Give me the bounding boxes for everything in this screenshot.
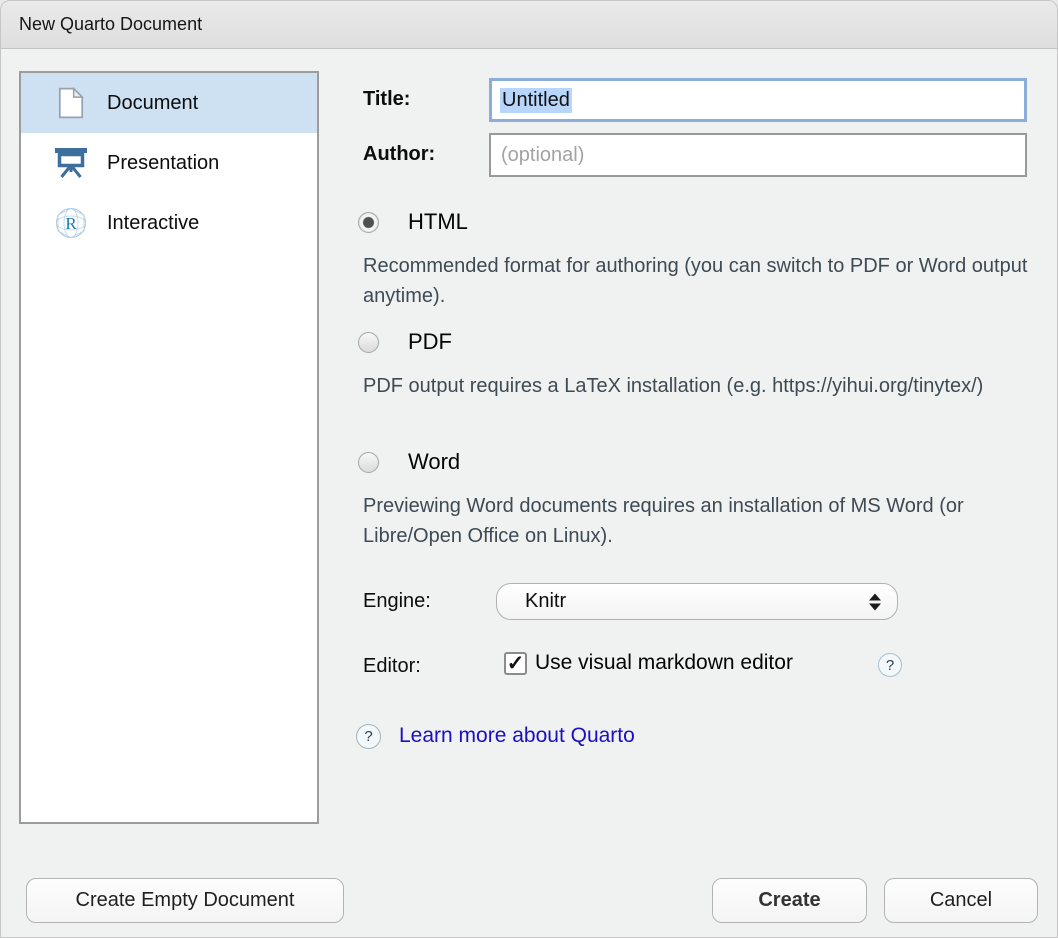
dialog-titlebar: New Quarto Document	[1, 1, 1057, 49]
quarto-help-icon[interactable]: ?	[356, 724, 381, 749]
visual-editor-checkbox[interactable]: ✓	[504, 652, 527, 675]
author-input[interactable]	[489, 133, 1027, 177]
interactive-icon: R	[55, 207, 87, 239]
radio-pdf[interactable]	[358, 332, 379, 353]
word-description: Previewing Word documents requires an in…	[363, 491, 1031, 551]
sidebar-item-interactive[interactable]: R Interactive	[21, 193, 317, 253]
sidebar-item-presentation[interactable]: Presentation	[21, 133, 317, 193]
interactive-r-glyph: R	[65, 214, 77, 233]
title-label: Title:	[363, 88, 410, 111]
radio-word[interactable]	[358, 452, 379, 473]
engine-select[interactable]: Knitr	[496, 583, 898, 620]
presentation-icon	[55, 147, 87, 179]
pdf-description: PDF output requires a LaTeX installation…	[363, 371, 1031, 401]
learn-more-link[interactable]: Learn more about Quarto	[399, 724, 635, 748]
engine-label: Engine:	[363, 590, 431, 613]
html-description: Recommended format for authoring (you ca…	[363, 251, 1031, 311]
sidebar-item-label: Interactive	[107, 212, 199, 235]
radio-html[interactable]	[358, 212, 379, 233]
visual-editor-checkbox-label[interactable]: Use visual markdown editor	[535, 651, 793, 675]
title-value-selected: Untitled	[500, 88, 572, 113]
select-stepper-icon	[869, 593, 881, 610]
sidebar-item-label: Presentation	[107, 152, 219, 175]
title-input[interactable]: Untitled	[489, 78, 1027, 122]
cancel-button[interactable]: Cancel	[884, 878, 1038, 923]
editor-help-icon[interactable]: ?	[878, 653, 902, 677]
checkmark-icon: ✓	[507, 653, 525, 674]
radio-html-label[interactable]: HTML	[408, 209, 468, 235]
engine-selected-value: Knitr	[525, 590, 566, 613]
dialog-title: New Quarto Document	[19, 14, 202, 35]
author-label: Author:	[363, 143, 435, 166]
document-type-list: Document Presentation	[19, 71, 319, 824]
create-button[interactable]: Create	[712, 878, 867, 923]
new-quarto-document-dialog: New Quarto Document Document	[0, 0, 1058, 938]
editor-label: Editor:	[363, 655, 421, 678]
sidebar-item-label: Document	[107, 92, 198, 115]
radio-pdf-label[interactable]: PDF	[408, 329, 452, 355]
radio-word-label[interactable]: Word	[408, 449, 460, 475]
sidebar-item-document[interactable]: Document	[21, 73, 317, 133]
create-empty-document-button[interactable]: Create Empty Document	[26, 878, 344, 923]
document-icon	[55, 87, 87, 119]
